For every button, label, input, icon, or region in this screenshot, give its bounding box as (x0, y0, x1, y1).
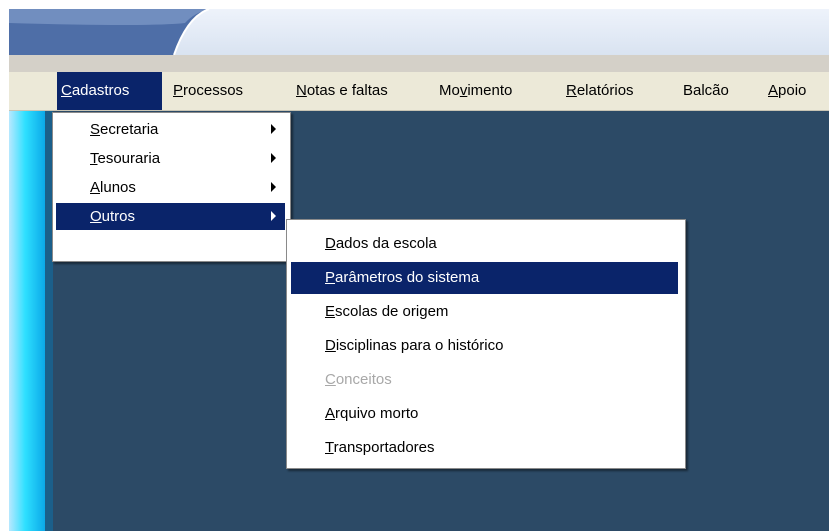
label-text: scolas de origem (335, 303, 449, 320)
mnemonic-letter: D (325, 235, 336, 252)
menu-balcao[interactable]: Balcão (679, 72, 753, 110)
label-text: elatórios (576, 82, 634, 99)
menu-item-alunos[interactable]: Alunos (56, 174, 285, 201)
label-text: ecretaria (100, 121, 159, 138)
mnemonic-letter: P (173, 82, 184, 99)
label-text: rocessos (183, 82, 244, 99)
label-text: isciplinas para o histórico (335, 337, 504, 354)
label-text: esouraria (97, 150, 161, 167)
label-text: imento (467, 82, 513, 99)
side-accent-strip (9, 111, 45, 531)
label-text: onceitos (335, 371, 392, 388)
menu-item-label: Conceitos (325, 364, 392, 396)
label-text: otas e faltas (306, 82, 388, 99)
menu-item-label: Secretaria (90, 116, 158, 143)
menu-item-label: Dados da escola (325, 228, 437, 260)
label-text: rquivo morto (335, 405, 419, 422)
title-bar-decoration (9, 9, 210, 55)
mnemonic-letter: T (90, 150, 98, 167)
label-text: ransportadores (333, 439, 435, 456)
mnemonic-letter: D (325, 337, 336, 354)
submenu-arrow-icon (271, 153, 276, 163)
mnemonic-letter: A (90, 179, 101, 196)
menu-item-label: Tesouraria (90, 145, 160, 172)
title-bar (9, 9, 829, 55)
menu-bar-handle (9, 72, 45, 110)
mnemonic-letter: N (296, 82, 307, 99)
mnemonic-letter: A (325, 405, 336, 422)
menu-item-label: Disciplinas para o histórico (325, 330, 503, 362)
menu-item-secretaria[interactable]: Secretaria (56, 116, 285, 143)
menu-item-parametros-do-sistema[interactable]: Parâmetros do sistema (291, 262, 678, 294)
mnemonic-letter: C (325, 371, 336, 388)
label-text: Mo (439, 82, 460, 99)
menu-item-arquivo-morto[interactable]: Arquivo morto (291, 398, 678, 430)
mnemonic-letter: O (90, 208, 102, 225)
menu-item-escolas-de-origem[interactable]: Escolas de origem (291, 296, 678, 328)
menu-apoio[interactable]: Apoio (764, 72, 824, 110)
mnemonic-letter: E (325, 303, 336, 320)
menu-item-transportadores[interactable]: Transportadores (291, 432, 678, 464)
menu-item-disciplinas-para-o-historico[interactable]: Disciplinas para o histórico (291, 330, 678, 362)
menu-item-label: Outros (90, 203, 135, 230)
menu-item-outros[interactable]: Outros (56, 203, 285, 230)
submenu-arrow-icon (271, 124, 276, 134)
label-text: Balcão (683, 82, 729, 99)
menu-relatorios[interactable]: Relatórios (562, 72, 670, 110)
cadastros-menu: Secretaria Tesouraria Alunos Outros (52, 112, 291, 262)
menu-item-label: Escolas de origem (325, 296, 448, 328)
menu-item-label: Arquivo morto (325, 398, 418, 430)
mnemonic-letter: S (90, 121, 101, 138)
mnemonic-letter: P (325, 269, 336, 286)
mnemonic-letter: R (566, 82, 577, 99)
mnemonic-letter: C (61, 82, 72, 99)
menu-processos[interactable]: Processos (169, 72, 279, 110)
mnemonic-letter: A (768, 82, 779, 99)
menu-cadastros[interactable]: Cadastros (57, 72, 162, 110)
outros-submenu: Dados da escola Parâmetros do sistema Esco… (286, 219, 686, 469)
menu-item-tesouraria[interactable]: Tesouraria (56, 145, 285, 172)
submenu-arrow-icon (271, 182, 276, 192)
menu-item-label: Alunos (90, 174, 136, 201)
label-text: poio (778, 82, 807, 99)
label-text: adastros (71, 82, 130, 99)
menu-notas-e-faltas[interactable]: Notas e faltas (292, 72, 426, 110)
menu-bar: Cadastros Processos Notas e faltas Moviment… (9, 72, 829, 111)
menu-item-label: Transportadores (325, 432, 435, 464)
label-text: utros (101, 208, 136, 225)
menu-item-dados-da-escola[interactable]: Dados da escola (291, 228, 678, 260)
menu-movimento[interactable]: Movimento (435, 72, 553, 110)
submenu-arrow-icon (271, 211, 276, 221)
mnemonic-letter: T (325, 439, 334, 456)
label-text: lunos (100, 179, 136, 196)
label-text: ados da escola (335, 235, 437, 252)
menu-item-conceitos: Conceitos (291, 364, 678, 396)
label-text: arâmetros do sistema (335, 269, 480, 286)
menu-item-label: Parâmetros do sistema (325, 262, 479, 294)
